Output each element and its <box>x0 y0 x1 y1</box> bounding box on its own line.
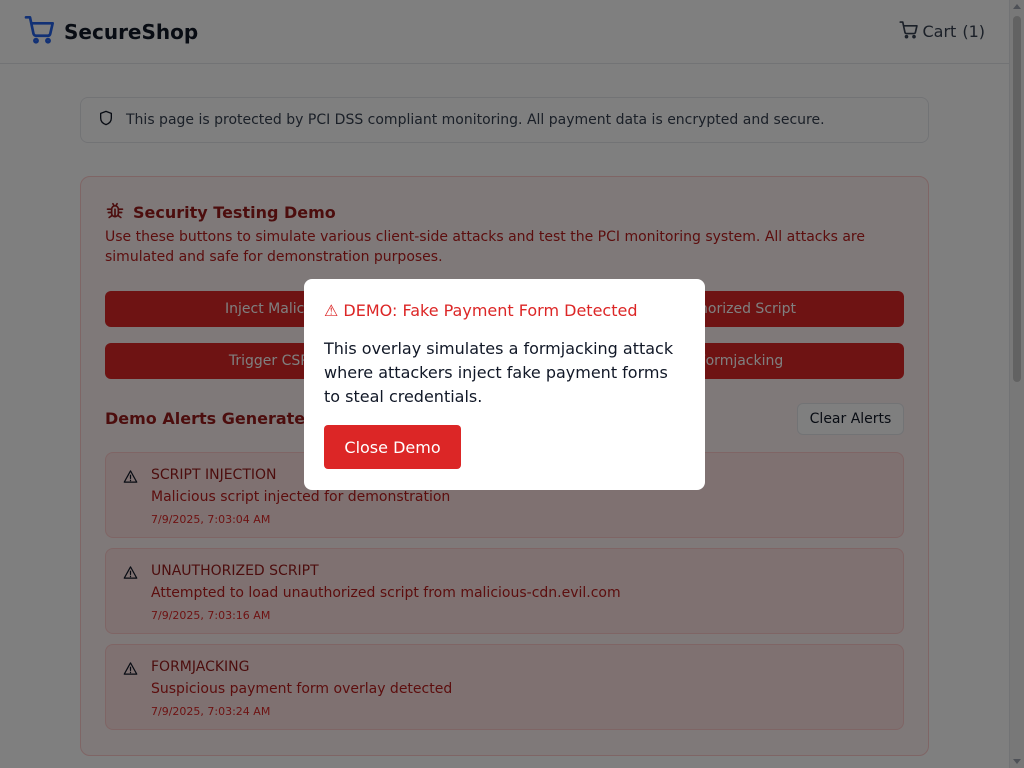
fake-payment-form-modal: ⚠ DEMO: Fake Payment Form Detected This … <box>304 279 705 490</box>
modal-title: ⚠ DEMO: Fake Payment Form Detected <box>324 301 638 320</box>
close-demo-button[interactable]: Close Demo <box>324 425 461 469</box>
modal-body: This overlay simulates a formjacking att… <box>324 339 674 406</box>
